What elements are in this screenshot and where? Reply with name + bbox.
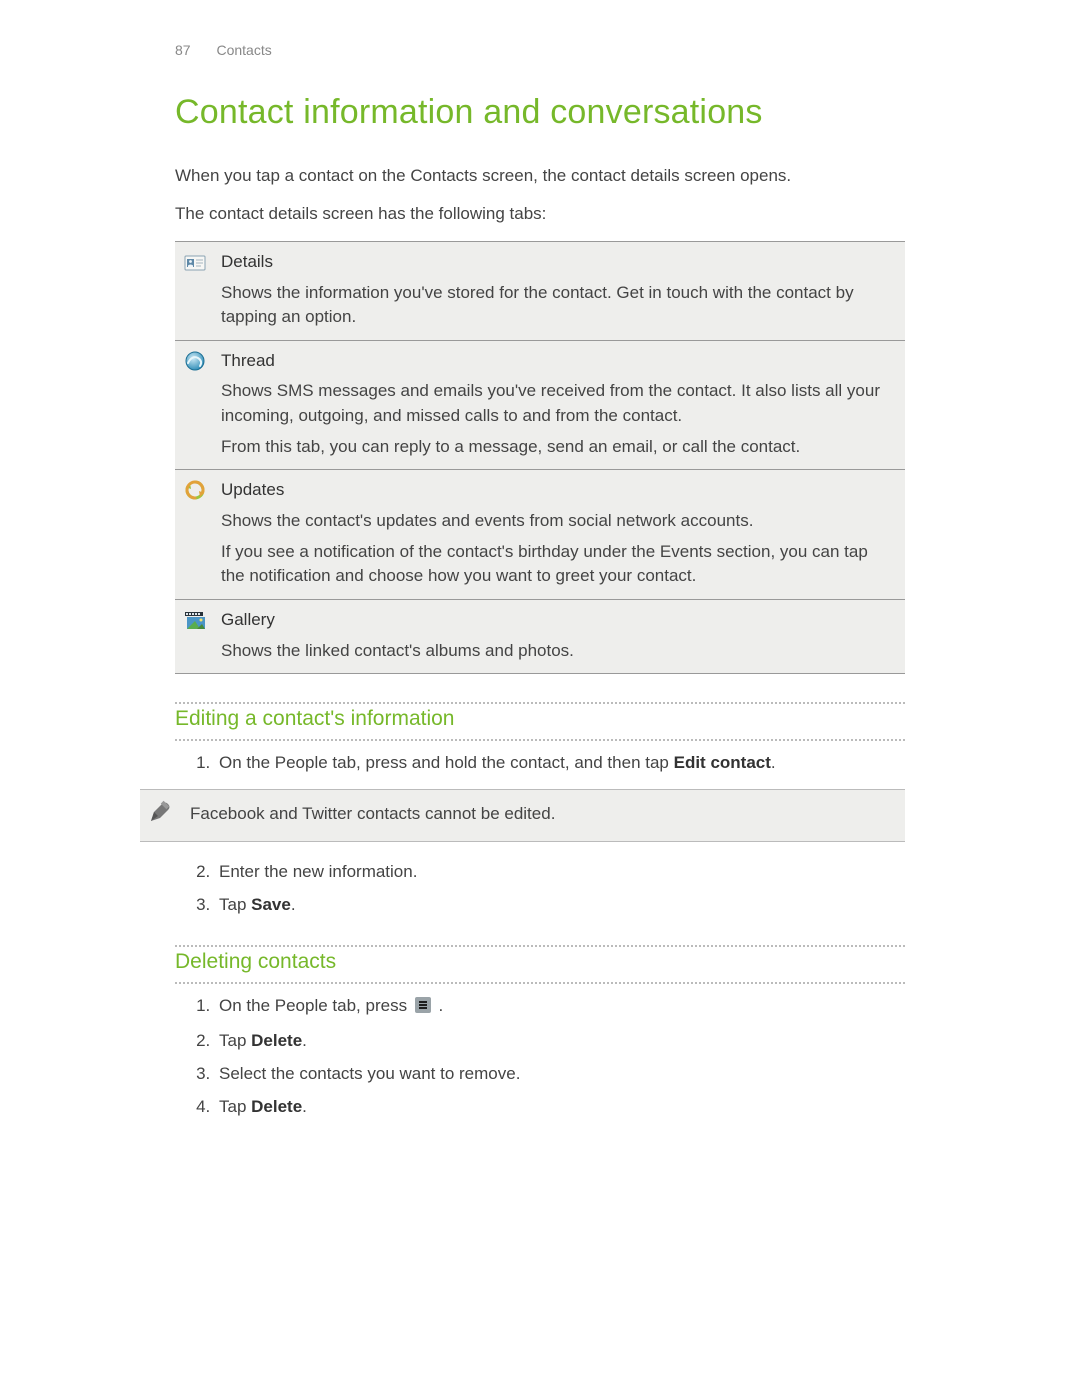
note-box: Facebook and Twitter contacts cannot be … [140, 789, 905, 842]
subheading-editing: Editing a contact's information [175, 702, 905, 740]
tab-desc: Shows the linked contact's albums and ph… [221, 639, 895, 664]
tab-row-updates: Updates Shows the contact's updates and … [175, 470, 905, 600]
refresh-circle-icon [183, 487, 207, 506]
tab-title: Details [221, 250, 895, 275]
deleting-steps: On the People tab, press . Tap Delete. S… [175, 994, 905, 1120]
list-item: Tap Delete. [215, 1095, 905, 1120]
tab-title: Thread [221, 349, 895, 374]
tab-title: Gallery [221, 608, 895, 633]
menu-icon [414, 996, 432, 1022]
tab-title: Updates [221, 478, 895, 503]
globe-swirl-icon [183, 358, 207, 377]
tab-desc: Shows SMS messages and emails you've rec… [221, 379, 895, 428]
page-title: Contact information and conversations [175, 88, 905, 137]
film-photo-icon [183, 617, 207, 636]
pen-icon [148, 800, 172, 832]
tab-row-details: Details Shows the information you've sto… [175, 241, 905, 340]
details-card-icon [183, 259, 207, 278]
intro-paragraph: When you tap a contact on the Contacts s… [175, 164, 905, 189]
tab-row-gallery: Gallery Shows the linked contact's album… [175, 599, 905, 673]
list-item: Tap Delete. [215, 1029, 905, 1054]
list-item: Tap Save. [215, 893, 905, 918]
tab-row-thread: Thread Shows SMS messages and emails you… [175, 340, 905, 470]
tab-desc: Shows the information you've stored for … [221, 281, 895, 330]
editing-steps-cont: Enter the new information. Tap Save. [175, 860, 905, 917]
intro-paragraph: The contact details screen has the follo… [175, 202, 905, 227]
tab-desc: If you see a notification of the contact… [221, 540, 895, 589]
editing-steps: On the People tab, press and hold the co… [175, 751, 905, 776]
list-item: On the People tab, press and hold the co… [215, 751, 905, 776]
tabs-table: Details Shows the information you've sto… [175, 241, 905, 674]
page-number: 87 [175, 42, 191, 58]
page-header: 87 Contacts [175, 40, 905, 60]
tab-desc: Shows the contact's updates and events f… [221, 509, 895, 534]
note-text: Facebook and Twitter contacts cannot be … [190, 804, 555, 823]
list-item: Select the contacts you want to remove. [215, 1062, 905, 1087]
tab-desc: From this tab, you can reply to a messag… [221, 435, 895, 460]
list-item: Enter the new information. [215, 860, 905, 885]
subheading-deleting: Deleting contacts [175, 945, 905, 983]
list-item: On the People tab, press . [215, 994, 905, 1022]
section-name: Contacts [216, 42, 271, 58]
